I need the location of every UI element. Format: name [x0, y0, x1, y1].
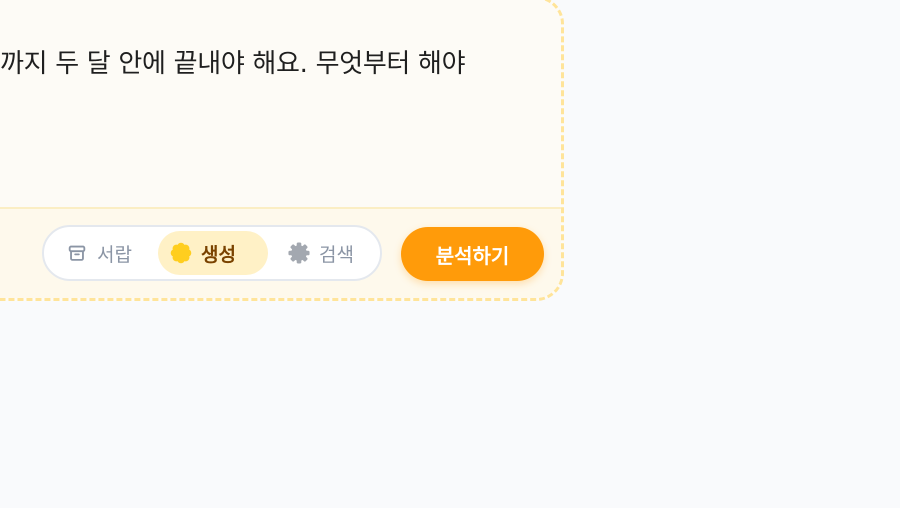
mode-search-label: 검색	[319, 243, 354, 266]
stage: 까지 두 달 안에 끝내야 해요. 무엇부터 해야 서랍 생성 검색 분석하기	[0, 0, 900, 508]
mode-generate-label: 생성	[201, 243, 236, 266]
mode-generate-button[interactable]: 생성	[158, 231, 268, 275]
gear-icon	[288, 242, 310, 264]
archive-box-icon	[68, 245, 86, 261]
mode-drawer-label: 서랍	[97, 243, 132, 266]
prompt-card: 까지 두 달 안에 끝내야 해요. 무엇부터 해야 서랍 생성 검색 분석하기	[0, 0, 564, 301]
sun-flower-icon	[170, 242, 192, 264]
mode-drawer-button[interactable]: 서랍	[54, 231, 160, 275]
prompt-text[interactable]: 까지 두 달 안에 끝내야 해요. 무엇부터 해야	[0, 43, 466, 80]
prompt-toolbar: 서랍 생성 검색 분석하기	[0, 207, 561, 298]
mode-search-button[interactable]: 검색	[276, 231, 376, 275]
mode-selector: 서랍 생성 검색	[42, 225, 382, 281]
analyze-button[interactable]: 분석하기	[401, 227, 544, 281]
